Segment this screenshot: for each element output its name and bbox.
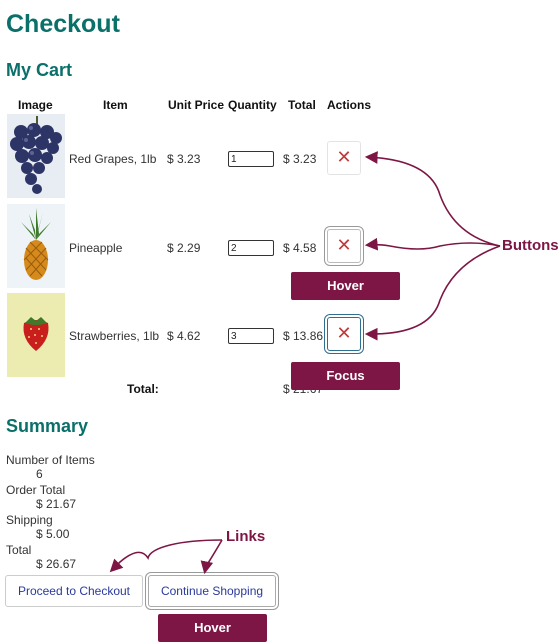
annotation-arrows bbox=[109, 151, 501, 575]
